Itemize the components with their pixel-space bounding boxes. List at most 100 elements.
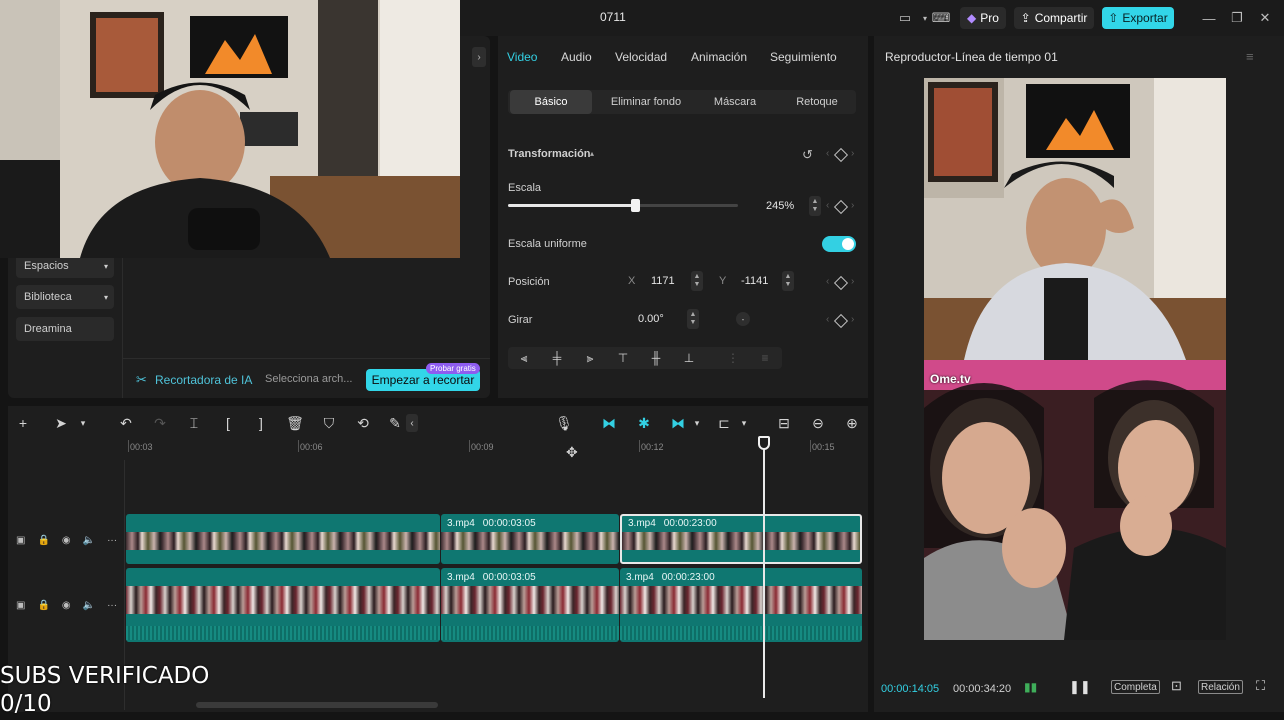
add-track-icon[interactable]: +	[14, 414, 32, 432]
reset-icon[interactable]: ↺	[802, 147, 813, 163]
next-keyframe-icon[interactable]: ›	[851, 200, 854, 211]
screenshot-icon[interactable]: ⊡	[1171, 678, 1182, 694]
next-keyframe-icon[interactable]: ›	[851, 314, 854, 325]
scale-stepper[interactable]: ▲ ▼	[809, 196, 821, 216]
rotate-input[interactable]: 0.00°	[638, 309, 664, 329]
tab-audio[interactable]: Audio	[561, 50, 592, 64]
chevron-down-icon[interactable]: ▾	[735, 414, 753, 432]
scale-keyframe-icon[interactable]	[833, 199, 849, 215]
prev-keyframe-icon[interactable]: ‹	[826, 200, 829, 211]
subtab-basico[interactable]: Básico	[510, 90, 592, 114]
snap-icon[interactable]: ⧓	[669, 414, 687, 432]
toolbar-collapse-arrow[interactable]: ‹	[406, 414, 418, 432]
align-center-h-icon[interactable]: ╪	[550, 351, 564, 365]
clip-track1-selected[interactable]: 3.mp4 00:00:23:00	[620, 514, 862, 564]
zoom-in-icon[interactable]: ⊕	[843, 414, 861, 432]
align-right-icon[interactable]: ⫸	[583, 351, 597, 365]
minimize-icon[interactable]: —	[1200, 9, 1218, 27]
close-icon[interactable]: ✕	[1256, 9, 1274, 27]
lock-icon[interactable]: 🔒	[37, 600, 49, 611]
zoom-out-icon[interactable]: ⊖	[809, 414, 827, 432]
tab-animacion[interactable]: Animación	[691, 50, 747, 64]
align-bottom-icon[interactable]: ⊥	[682, 351, 696, 365]
layout-icon[interactable]: ▭	[896, 9, 914, 27]
eye-icon[interactable]: ◉	[62, 600, 71, 611]
speaker-icon[interactable]: 🔈	[83, 535, 95, 546]
marker-icon[interactable]: ⛉	[320, 414, 338, 432]
more-icon[interactable]: ···	[107, 535, 117, 546]
file-select-field[interactable]: Selecciona arch...	[265, 373, 352, 385]
preview-axis-icon[interactable]: ⊏	[715, 414, 733, 432]
section-transformacion[interactable]: Transformación	[508, 148, 591, 160]
panel-collapse-arrow[interactable]: ›	[472, 47, 486, 67]
aspect-ratio-button[interactable]: Relación	[1198, 680, 1243, 694]
rotate-keyframe-icon[interactable]	[833, 313, 849, 329]
subtab-eliminar-fondo[interactable]: Eliminar fondo	[598, 90, 694, 114]
pos-y-input[interactable]: -1141	[741, 271, 768, 291]
clip-track1-a[interactable]	[126, 514, 440, 564]
keyframe-icon[interactable]	[833, 147, 849, 163]
tab-velocidad[interactable]: Velocidad	[615, 50, 667, 64]
rotate-stepper[interactable]: ▲ ▼	[687, 309, 699, 329]
scale-value[interactable]: 245%	[766, 196, 794, 216]
next-keyframe-icon[interactable]: ›	[851, 276, 854, 287]
pos-x-input[interactable]: 1171	[651, 271, 675, 291]
crop-icon[interactable]: ⟲	[354, 414, 372, 432]
maximize-icon[interactable]: ❐	[1228, 9, 1246, 27]
clip-track1-b[interactable]: 3.mp4 00:00:03:05	[441, 514, 619, 564]
playhead-line[interactable]	[763, 438, 765, 698]
align-top-icon[interactable]: ⊤	[616, 351, 630, 365]
split-right-icon[interactable]: ]	[252, 414, 270, 432]
menu-icon[interactable]: ≡	[1246, 49, 1254, 64]
pause-icon[interactable]: ❚❚	[1069, 679, 1091, 695]
split-icon[interactable]: ⌶	[185, 414, 203, 432]
fit-timeline-icon[interactable]: ⊟	[775, 414, 793, 432]
speaker-icon[interactable]: 🔈	[83, 600, 95, 611]
delete-icon[interactable]: 🗑	[286, 414, 304, 432]
tab-seguimiento[interactable]: Seguimiento	[770, 50, 837, 64]
chevron-down-icon[interactable]: ▾	[688, 414, 706, 432]
link-clips-icon[interactable]: ⧓	[600, 414, 618, 432]
share-button[interactable]: ⇪ Compartir	[1014, 7, 1094, 29]
select-tool-icon[interactable]: ➤	[52, 414, 70, 432]
position-keyframe-icon[interactable]	[833, 275, 849, 291]
track-thumbnail-icon[interactable]: ▣	[16, 535, 25, 546]
undo-icon[interactable]: ↶	[117, 414, 135, 432]
scale-slider-handle[interactable]	[630, 199, 640, 212]
clip-track2-b[interactable]: 3.mp4 00:00:03:05	[441, 568, 619, 642]
lock-icon[interactable]: 🔒	[37, 535, 49, 546]
sidebar-item-biblioteca[interactable]: Biblioteca ▾	[16, 285, 114, 309]
clip-track2-c[interactable]: 3.mp4 00:00:23:00	[620, 568, 862, 642]
subtab-mascara[interactable]: Máscara	[694, 90, 776, 114]
uniform-scale-toggle[interactable]	[822, 236, 856, 252]
timeline-scrollbar[interactable]	[196, 702, 438, 708]
sidebar-item-dreamina[interactable]: Dreamina	[16, 317, 114, 341]
rotate-dial-icon[interactable]: -	[736, 312, 750, 326]
microphone-icon[interactable]: 🎙	[555, 414, 573, 432]
split-left-icon[interactable]: [	[219, 414, 237, 432]
fullscreen-icon[interactable]: ⛶	[1256, 678, 1265, 694]
track-thumbnail-icon[interactable]: ▣	[16, 600, 25, 611]
pen-icon[interactable]: ✎	[386, 414, 404, 432]
eye-icon[interactable]: ◉	[62, 535, 71, 546]
align-center-v-icon[interactable]: ╫	[649, 351, 663, 365]
video-preview[interactable]: Ome.tv	[924, 78, 1226, 640]
magnet-icon[interactable]: ✱	[635, 414, 653, 432]
pro-button[interactable]: ◆ Pro	[960, 7, 1006, 29]
chevron-down-icon[interactable]: ▾	[74, 414, 92, 432]
prev-keyframe-icon[interactable]: ‹	[826, 314, 829, 325]
playhead-handle[interactable]	[758, 436, 770, 450]
prev-keyframe-icon[interactable]: ‹	[826, 148, 829, 159]
align-left-icon[interactable]: ⫷	[517, 351, 531, 365]
pos-y-stepper[interactable]: ▲ ▼	[782, 271, 794, 291]
prev-keyframe-icon[interactable]: ‹	[826, 276, 829, 287]
full-quality-button[interactable]: Completa	[1111, 680, 1160, 694]
pos-x-stepper[interactable]: ▲ ▼	[691, 271, 703, 291]
keyboard-icon[interactable]: ⌨	[932, 9, 951, 27]
export-button[interactable]: ⇧ Exportar	[1102, 7, 1174, 29]
clip-track2-a[interactable]	[126, 568, 440, 642]
tab-video[interactable]: Video	[507, 50, 537, 64]
more-icon[interactable]: ···	[107, 600, 117, 611]
subtab-retoque[interactable]: Retoque	[780, 90, 854, 114]
next-keyframe-icon[interactable]: ›	[851, 148, 854, 159]
